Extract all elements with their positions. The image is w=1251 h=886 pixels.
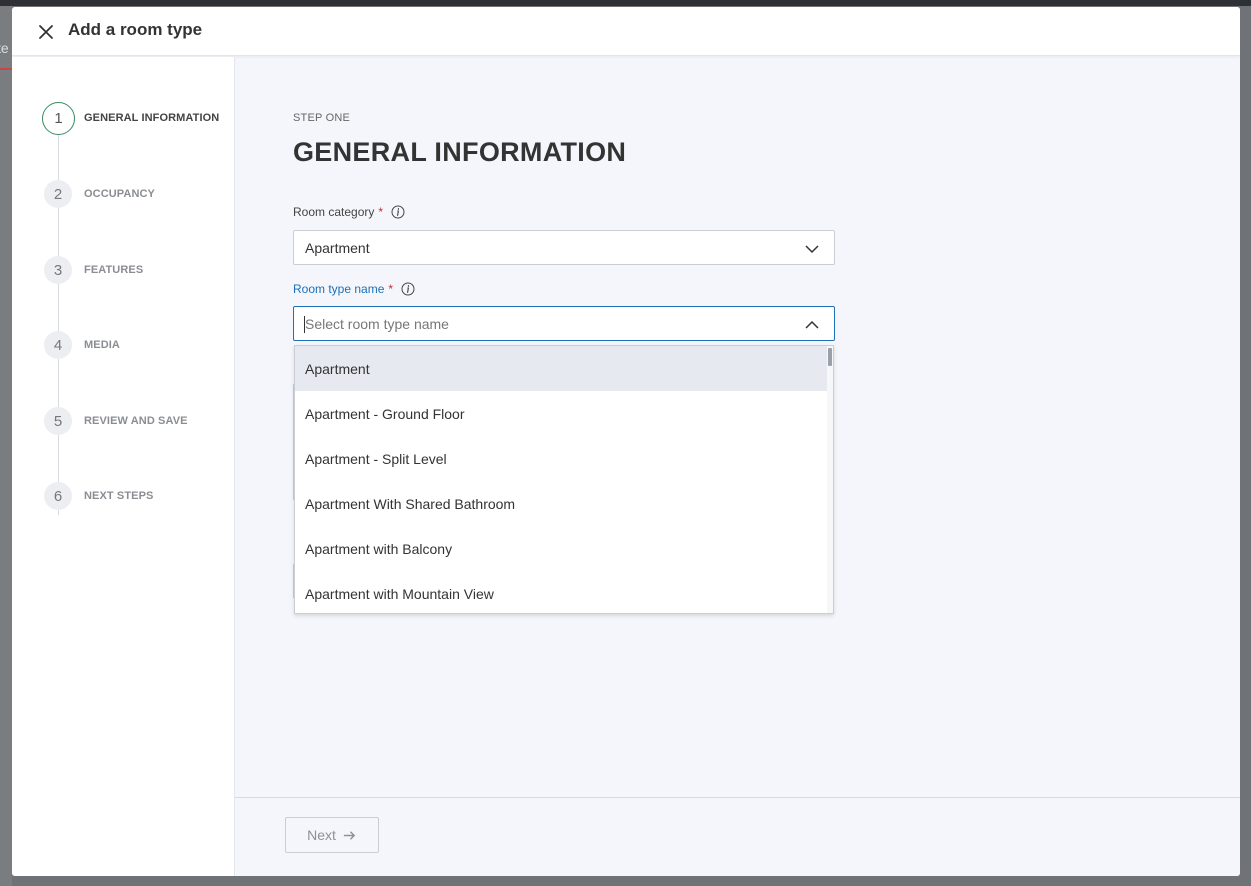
room-category-label: Room category * [293,205,405,219]
dropdown-option[interactable]: Apartment - Ground Floor [295,391,829,436]
room-category-select[interactable]: Apartment [293,230,835,265]
info-icon[interactable] [401,282,415,296]
step-label: GENERAL INFORMATION [84,112,220,124]
dropdown-option[interactable]: Apartment with Mountain View [295,571,829,613]
room-type-name-label: Room type name * [293,282,415,296]
page-title: GENERAL INFORMATION [293,137,627,167]
dropdown-scrollbar[interactable] [827,346,833,613]
step-features[interactable]: 3 FEATURES [42,254,143,286]
step-number: 1 [42,101,75,135]
room-category-label-text: Room category [293,205,375,219]
required-marker: * [378,205,384,219]
step-number: 4 [44,331,72,359]
arrow-right-icon [343,830,356,840]
step-number: 3 [44,256,72,284]
backdrop-accent-line [0,68,12,70]
step-label: NEXT STEPS [84,490,154,502]
step-next-steps[interactable]: 6 NEXT STEPS [42,480,153,512]
room-type-name-placeholder: Select room type name [305,316,449,332]
dropdown-option[interactable]: Apartment With Shared Bathroom [295,481,829,526]
close-icon [39,25,53,39]
step-number: 2 [44,180,72,208]
room-type-name-dropdown: Apartment Apartment - Ground Floor Apart… [294,345,834,614]
step-number: 6 [44,482,72,510]
step-label: OCCUPANCY [84,188,155,200]
required-marker: * [388,282,394,296]
room-type-name-combobox[interactable]: Select room type name [293,306,835,341]
dropdown-option[interactable]: Apartment with Balcony [295,526,829,571]
step-general-information[interactable]: 1 GENERAL INFORMATION [42,101,220,135]
add-room-type-modal: Add a room type 1 GENERAL INFORMATION 2 … [12,7,1240,876]
room-category-value: Apartment [305,240,370,256]
dropdown-option[interactable]: Apartment - Split Level [295,436,829,481]
dropdown-option[interactable]: Apartment [295,346,829,391]
dropdown-scrollbar-thumb[interactable] [828,348,832,366]
room-type-name-label-text: Room type name [293,282,385,296]
backdrop-top-bar [0,0,1251,6]
main-content: STEP ONE GENERAL INFORMATION Room catego… [235,57,1240,797]
step-media[interactable]: 4 MEDIA [42,329,120,361]
step-label: MEDIA [84,339,120,351]
step-number: 5 [44,407,72,435]
backdrop-text-fragment: te [0,40,9,56]
info-icon[interactable] [391,205,405,219]
text-caret [304,316,305,333]
step-occupancy[interactable]: 2 OCCUPANCY [42,178,155,210]
step-label: FEATURES [84,264,144,276]
step-review-and-save[interactable]: 5 REVIEW AND SAVE [42,405,188,437]
step-kicker: STEP ONE [293,112,351,124]
chevron-down-icon [805,245,819,254]
close-button[interactable] [34,20,58,44]
backdrop-left-strip: te [0,6,12,886]
modal-title: Add a room type [68,20,203,39]
modal-footer: Next [235,797,1240,876]
steps-sidebar: 1 GENERAL INFORMATION 2 OCCUPANCY 3 FEAT… [12,57,235,876]
step-label: REVIEW AND SAVE [84,415,188,427]
chevron-up-icon [805,320,819,329]
next-button-label: Next [307,827,336,843]
modal-header: Add a room type [12,7,1240,56]
next-button[interactable]: Next [285,817,379,853]
